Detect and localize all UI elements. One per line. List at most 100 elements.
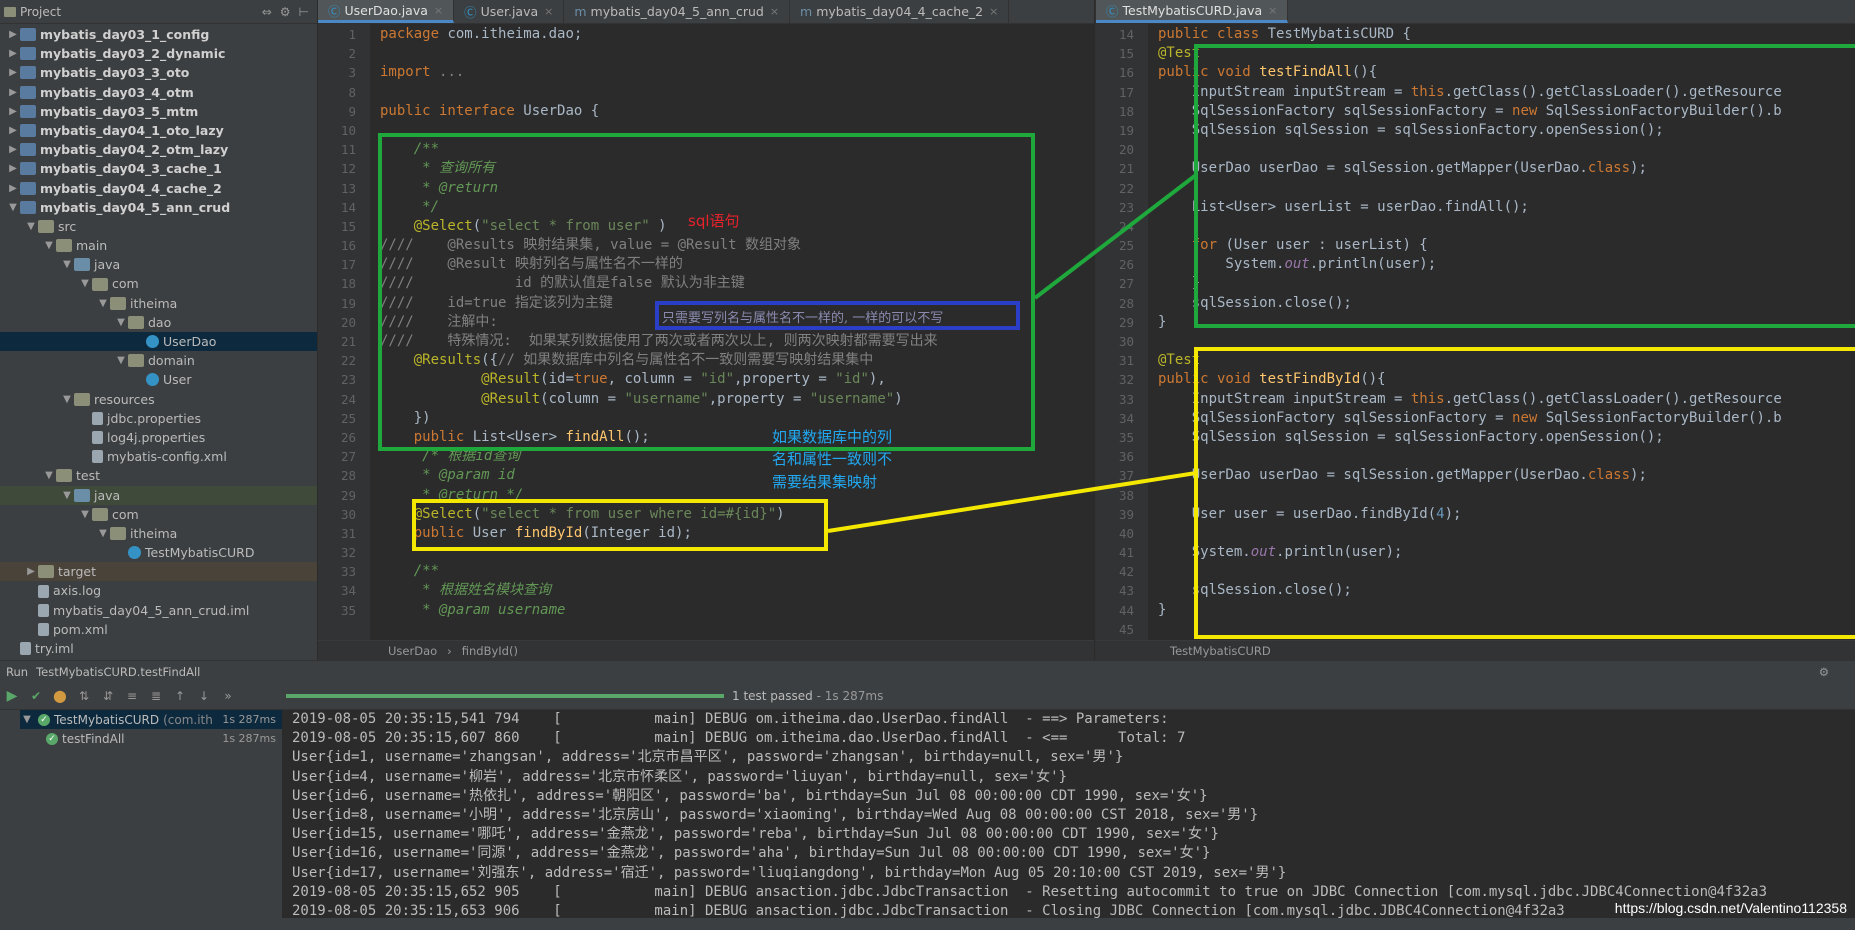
tree-item[interactable]: TestMybatisCURD xyxy=(0,543,317,562)
test-case-row[interactable]: ✓ testFindAll 1s 287ms xyxy=(20,729,282,748)
expand-all-icon[interactable]: ≡ xyxy=(120,689,144,703)
gear-icon[interactable]: ⚙ xyxy=(1819,665,1829,679)
test-suite-row[interactable]: ▼ ✓ TestMybatisCURD (com.ith 1s 287ms xyxy=(20,710,282,729)
tree-item[interactable]: log4j.properties xyxy=(0,428,317,447)
chevron-right-icon[interactable]: ▶ xyxy=(6,25,20,44)
breadcrumb-item[interactable]: TestMybatisCURD xyxy=(1170,644,1271,658)
editor-tab[interactable]: m mybatis_day04_4_cache_2 × xyxy=(790,0,1010,23)
up-icon[interactable]: ↑ xyxy=(168,689,192,703)
tree-item[interactable]: ▼ dao xyxy=(0,313,317,332)
tree-item-label: com xyxy=(112,506,139,522)
tree-item[interactable]: ▼ com xyxy=(0,274,317,293)
chevron-right-icon[interactable]: ▶ xyxy=(6,179,20,198)
chevron-right-icon[interactable]: ▶ xyxy=(6,63,20,82)
chevron-down-icon[interactable]: ▼ xyxy=(60,255,74,274)
tree-item[interactable]: ▼ com xyxy=(0,505,317,524)
code-line[interactable]: * @param username xyxy=(380,601,1094,620)
run-tab[interactable]: TestMybatisCURD.testFindAll xyxy=(36,665,200,679)
collapse-all-icon[interactable]: ≣ xyxy=(144,689,168,703)
down-icon[interactable]: ↓ xyxy=(192,689,216,703)
tree-item[interactable]: mybatis_day04_5_ann_crud.iml xyxy=(0,601,317,620)
code-line[interactable]: import ... xyxy=(380,63,1094,82)
chevron-right-icon[interactable]: ▶ xyxy=(6,121,20,140)
chevron-right-icon[interactable]: ▶ xyxy=(6,83,20,102)
chevron-down-icon[interactable]: ▼ xyxy=(20,714,34,725)
chevron-down-icon[interactable]: ▼ xyxy=(114,313,128,332)
chevron-right-icon[interactable]: ▶ xyxy=(24,562,38,581)
tree-item[interactable]: mybatis-config.xml xyxy=(0,447,317,466)
chevron-down-icon[interactable]: ▼ xyxy=(78,274,92,293)
chevron-down-icon[interactable]: ▼ xyxy=(96,524,110,543)
chevron-down-icon[interactable]: ▼ xyxy=(96,294,110,313)
tree-item[interactable]: ▶ mybatis_day04_1_oto_lazy xyxy=(0,121,317,140)
breadcrumb-item[interactable]: findById() xyxy=(462,644,518,658)
code-line[interactable]: package com.itheima.dao; xyxy=(380,25,1094,44)
tree-item[interactable]: ▼ test xyxy=(0,466,317,485)
code-line[interactable] xyxy=(380,44,1094,63)
more-icon[interactable]: » xyxy=(216,689,240,703)
tree-item[interactable]: pom.xml xyxy=(0,620,317,639)
code-line[interactable]: /** xyxy=(380,562,1094,581)
tree-item[interactable]: User xyxy=(0,370,317,389)
tree-item[interactable]: try.iml xyxy=(0,639,317,658)
close-icon[interactable]: × xyxy=(544,5,553,18)
sync-icon[interactable]: ⇔ xyxy=(262,5,272,19)
gear-icon[interactable]: ⚙ xyxy=(280,5,291,19)
chevron-down-icon[interactable]: ▼ xyxy=(60,390,74,409)
tree-item[interactable]: ▼ mybatis_day04_5_ann_crud xyxy=(0,198,317,217)
chevron-down-icon[interactable]: ▼ xyxy=(114,351,128,370)
console-output[interactable]: 2019-08-05 20:35:15,541 794 [ main] DEBU… xyxy=(282,710,1855,918)
rerun-icon[interactable]: ▶ xyxy=(0,688,24,704)
chevron-right-icon[interactable]: ▶ xyxy=(6,102,20,121)
close-icon[interactable]: × xyxy=(434,4,443,17)
tree-item[interactable]: ▶ mybatis_day03_1_config xyxy=(0,25,317,44)
sort-alpha-icon[interactable]: ⇅ xyxy=(72,689,96,703)
tree-item[interactable]: ▼ domain xyxy=(0,351,317,370)
chevron-down-icon[interactable]: ▼ xyxy=(24,217,38,236)
breadcrumb-item[interactable]: UserDao xyxy=(388,644,437,658)
tree-item[interactable]: ▶ mybatis_day04_2_otm_lazy xyxy=(0,140,317,159)
tree-item[interactable]: ▼ itheima xyxy=(0,294,317,313)
close-icon[interactable]: × xyxy=(770,5,779,18)
tree-item[interactable]: axis.log xyxy=(0,581,317,600)
tree-item[interactable]: jdbc.properties xyxy=(0,409,317,428)
code-line[interactable]: public class TestMybatisCURD { xyxy=(1158,25,1855,44)
tree-item[interactable]: ▶ mybatis_day03_2_dynamic xyxy=(0,44,317,63)
chevron-right-icon[interactable]: ▶ xyxy=(6,140,20,159)
project-panel-title[interactable]: Project xyxy=(20,5,61,19)
sort-duration-icon[interactable]: ⇵ xyxy=(96,689,120,703)
tree-item[interactable]: ▼ main xyxy=(0,236,317,255)
chevron-down-icon[interactable]: ▼ xyxy=(60,486,74,505)
editor-tab[interactable]: Ⓒ TestMybatisCURD.java × xyxy=(1096,0,1289,23)
editor-tab[interactable]: m mybatis_day04_5_ann_crud × xyxy=(564,0,791,23)
close-icon[interactable]: × xyxy=(989,5,998,18)
code-line[interactable]: public interface UserDao { xyxy=(380,102,1094,121)
tree-item[interactable]: ▼ src xyxy=(0,217,317,236)
tree-item[interactable]: ▼ java xyxy=(0,255,317,274)
tree-item[interactable]: ▼ java xyxy=(0,485,317,505)
editor-tab[interactable]: Ⓒ UserDao.java × xyxy=(318,0,455,23)
tree-item[interactable]: ▶ mybatis_day03_5_mtm xyxy=(0,102,317,121)
close-icon[interactable]: × xyxy=(1268,4,1277,17)
chevron-down-icon[interactable]: ▼ xyxy=(42,236,56,255)
tree-item[interactable]: ▶ mybatis_day04_4_cache_2 xyxy=(0,179,317,198)
tree-item[interactable]: ▶ mybatis_day03_4_otm xyxy=(0,83,317,102)
chevron-down-icon[interactable]: ▼ xyxy=(42,466,56,485)
tree-item[interactable]: UserDao xyxy=(0,332,317,352)
show-ignored-icon[interactable]: ⬤ xyxy=(48,689,72,703)
show-passed-icon[interactable]: ✔ xyxy=(24,689,48,703)
code-line[interactable] xyxy=(380,83,1094,102)
chevron-down-icon[interactable]: ▼ xyxy=(78,505,92,524)
code-line[interactable]: * 根据姓名模块查询 xyxy=(380,581,1094,600)
tree-item[interactable]: ▼ itheima xyxy=(0,524,317,543)
hide-icon[interactable]: ⊢ xyxy=(299,5,309,19)
editor-tab[interactable]: Ⓒ User.java × xyxy=(454,0,565,23)
tree-item[interactable]: ▶ mybatis_day04_3_cache_1 xyxy=(0,159,317,178)
chevron-down-icon[interactable]: ▼ xyxy=(6,198,20,217)
tree-item[interactable]: ▶ target xyxy=(0,562,317,582)
chevron-right-icon[interactable]: ▶ xyxy=(6,44,20,63)
tree-item[interactable]: ▶ mybatis_day03_3_oto xyxy=(0,63,317,82)
chevron-right-icon[interactable]: ▶ xyxy=(6,159,20,178)
code-line[interactable]: * @param id xyxy=(380,466,1094,485)
tree-item[interactable]: ▼ resources xyxy=(0,390,317,409)
